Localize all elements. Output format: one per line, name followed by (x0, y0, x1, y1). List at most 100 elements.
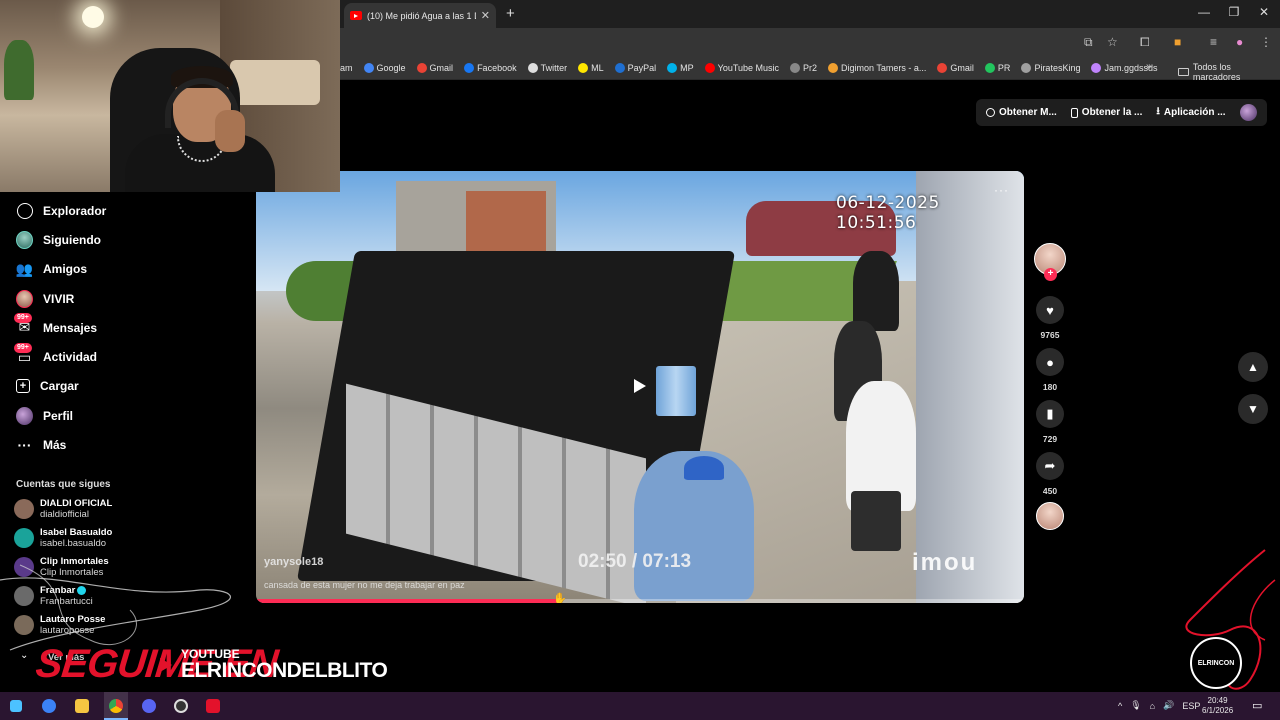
save-count: 729 (1042, 434, 1058, 444)
collapse-chevron-icon[interactable]: ⌄ (20, 650, 28, 661)
camera-brand-logo: imou (912, 549, 978, 576)
sidebar-item-perfil[interactable]: Perfil (0, 401, 250, 430)
clock[interactable]: 20:49 6/1/2026 (1202, 696, 1233, 716)
bookmark-item[interactable]: PR (984, 62, 1011, 73)
all-bookmarks-button[interactable]: Todos los marcadores (1178, 62, 1280, 82)
save-button[interactable]: ▮ (1036, 400, 1064, 428)
bookmark-item[interactable]: Gmail (416, 62, 453, 73)
bookmark-label: PR (997, 62, 1011, 73)
bookmark-item[interactable]: PiratesKing (1021, 62, 1080, 73)
chevron-up-icon: ▲ (1247, 360, 1259, 374)
more-icon: ··· (17, 437, 32, 454)
bookmark-favicon-icon (790, 62, 801, 73)
following-account[interactable]: DIALDI OFICIAL dialdiofficial (14, 498, 112, 520)
activity-icon: ▭ 99+ (14, 342, 33, 366)
share-button[interactable]: ➦ (1036, 452, 1064, 480)
chrome-icon[interactable] (105, 696, 127, 716)
bookmark-item[interactable]: Google (363, 62, 406, 73)
windows-start-icon[interactable] (5, 696, 27, 716)
video-person-back (853, 251, 899, 331)
video-more-icon[interactable]: ··· (994, 183, 1009, 197)
bookmark-favicon-icon (1021, 62, 1032, 73)
sidebar-item-actividad[interactable]: ▭ 99+ Actividad (0, 342, 250, 371)
bookmark-item[interactable]: ML (578, 62, 604, 73)
follow-plus-icon[interactable]: + (1044, 268, 1057, 281)
video-player[interactable]: 06-12-2025 10:51:56 ··· yanysole18 cansa… (256, 171, 1024, 603)
comment-button[interactable]: ● (1036, 348, 1064, 376)
bookmark-favicon-icon (578, 62, 589, 73)
like-button[interactable]: ♥ (1036, 296, 1064, 324)
address-bar[interactable] (340, 31, 1060, 53)
download-icon: ⭳ (1156, 106, 1160, 117)
sidebar: Explorador Siguiendo 👥 Amigos VIVIR ✉ 99+… (0, 196, 250, 460)
app-icon-1[interactable] (38, 696, 60, 716)
restore-button[interactable]: ❐ (1226, 5, 1242, 19)
bookmark-label: Facebook (477, 62, 517, 73)
sidebar-item-mas[interactable]: ··· Más (0, 430, 250, 459)
install-icon[interactable]: ⧉ (1084, 35, 1093, 50)
bookmark-favicon-icon (363, 62, 374, 73)
sidebar-item-amigos[interactable]: 👥 Amigos (0, 255, 250, 284)
streamer (125, 66, 275, 192)
bookmark-item[interactable]: Twitter (527, 62, 567, 73)
play-icon[interactable] (634, 379, 646, 393)
bookmark-item[interactable]: Gmail (937, 62, 974, 73)
close-window-button[interactable]: ✕ (1256, 5, 1272, 19)
bookmark-favicon-icon (614, 62, 625, 73)
sidebar-item-mensajes[interactable]: ✉ 99+ Mensajes (0, 313, 250, 342)
discord-icon[interactable] (138, 696, 160, 716)
desktop-app-button[interactable]: ⭳ Aplicación ... (1156, 104, 1225, 121)
hand-cursor-icon: ✋ (553, 593, 567, 604)
user-avatar[interactable] (1239, 104, 1257, 121)
media-icon[interactable]: ≡ (1210, 35, 1217, 49)
sound-avatar[interactable] (1036, 502, 1064, 530)
sidebar-item-explorador[interactable]: Explorador (0, 196, 250, 225)
play-triangle-icon (160, 658, 172, 672)
app-icon-red[interactable] (202, 696, 224, 716)
sidebar-item-siguiendo[interactable]: Siguiendo (0, 225, 250, 254)
browser-tab[interactable]: (10) Me pidió Agua a las 1 De ✕ (344, 3, 496, 28)
file-explorer-icon[interactable] (71, 696, 93, 716)
language-indicator[interactable]: ESP (1182, 701, 1200, 711)
obs-icon[interactable] (170, 696, 192, 716)
bookmark-item[interactable]: Facebook (464, 62, 517, 73)
video-progress-bar[interactable]: ✋ (256, 594, 1024, 603)
comment-icon: ● (1046, 354, 1054, 370)
following-account[interactable]: Isabel Basualdo isabel.basualdo (14, 527, 112, 549)
bookmark-item[interactable]: Pr2 (790, 62, 817, 73)
bookmark-item[interactable]: PayPal (614, 62, 656, 73)
extensions-icon[interactable]: ⧠ (1140, 35, 1150, 50)
microphone-icon[interactable]: 🎙 (1130, 700, 1141, 711)
network-icon[interactable]: ⌂ (1150, 701, 1155, 711)
bookmark-item[interactable]: YouTube Music (704, 62, 779, 73)
chevron-down-icon: ▼ (1247, 402, 1259, 416)
previous-video-button[interactable]: ▲ (1238, 352, 1268, 382)
bookmark-favicon-icon (828, 62, 839, 73)
tray-chevron-icon[interactable]: ^ (1118, 701, 1122, 711)
bookmark-item[interactable]: MP (667, 62, 694, 73)
profile-icon[interactable]: ● (1236, 35, 1243, 49)
sidebar-item-cargar[interactable]: + Cargar (0, 372, 250, 401)
sidebar-item-vivir[interactable]: VIVIR (0, 284, 250, 313)
volume-icon[interactable]: 🔊 (1163, 700, 1174, 711)
bookmark-favicon-icon (667, 62, 678, 73)
new-tab-button[interactable]: + (506, 5, 515, 22)
get-app-button[interactable]: Obtener la ... (1070, 107, 1142, 118)
bookmark-item[interactable]: Digimon Tamers - a... (828, 62, 926, 73)
next-video-button[interactable]: ▼ (1238, 394, 1268, 424)
get-coins-button[interactable]: Obtener M... (986, 107, 1057, 118)
bookmarks-overflow-icon[interactable]: » (1146, 61, 1152, 72)
bookmark-label: MP (680, 62, 694, 73)
messages-badge: 99+ (14, 313, 32, 324)
emblem-text: ELRINCON (1197, 659, 1235, 667)
video-author[interactable]: yanysole18 (264, 556, 323, 568)
account-handle: isabel.basualdo (40, 538, 107, 549)
minimize-button[interactable]: — (1196, 5, 1212, 19)
notification-icon[interactable]: ▭ (1252, 699, 1262, 712)
bookmark-item[interactable]: am (340, 63, 353, 73)
extension-icon[interactable]: ■ (1174, 35, 1181, 49)
star-icon[interactable]: ☆ (1107, 35, 1118, 49)
account-name-row: Isabel Basualdo (40, 527, 112, 538)
tab-close-icon[interactable]: ✕ (481, 9, 490, 22)
menu-icon[interactable]: ⋮ (1260, 35, 1272, 49)
